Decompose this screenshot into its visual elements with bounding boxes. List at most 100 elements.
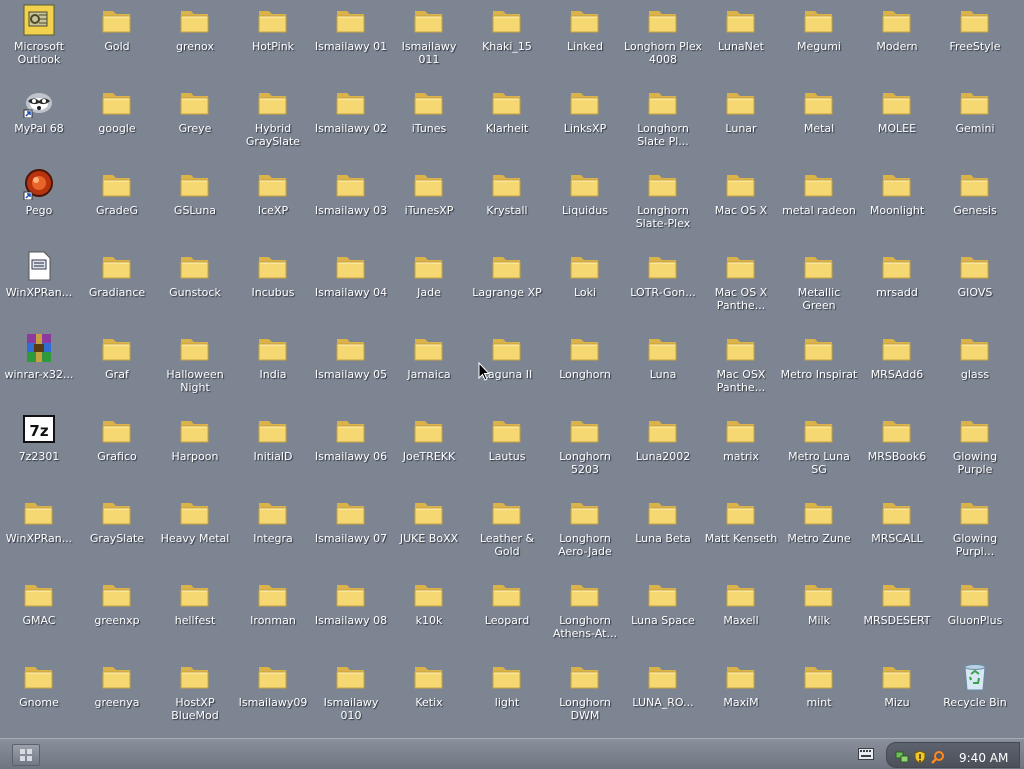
desktop-icon[interactable]: MyPal 68 bbox=[0, 82, 78, 164]
desktop-icon[interactable]: Genesis bbox=[936, 164, 1014, 246]
desktop-icon[interactable]: Integra bbox=[234, 492, 312, 574]
desktop-icon[interactable]: Luna Space bbox=[624, 574, 702, 656]
desktop-icon[interactable]: Metro Zune bbox=[780, 492, 858, 574]
desktop-icon[interactable]: google bbox=[78, 82, 156, 164]
desktop-icon[interactable]: Linked bbox=[546, 0, 624, 82]
desktop-icon[interactable]: Luna bbox=[624, 328, 702, 410]
desktop-icon[interactable]: Halloween Night bbox=[156, 328, 234, 410]
desktop-icon[interactable]: Ismailawy 010 bbox=[312, 656, 390, 738]
desktop-icon[interactable]: matrix bbox=[702, 410, 780, 492]
desktop-icon[interactable]: InitialD bbox=[234, 410, 312, 492]
desktop-icon[interactable]: Ismailawy09 bbox=[234, 656, 312, 738]
desktop-icon[interactable]: MRSDESERT bbox=[858, 574, 936, 656]
desktop-icon[interactable]: Longhorn Athens-At... bbox=[546, 574, 624, 656]
desktop-icon[interactable]: LunaNet bbox=[702, 0, 780, 82]
desktop-icon[interactable]: Lautus bbox=[468, 410, 546, 492]
desktop-icon[interactable]: GMAC bbox=[0, 574, 78, 656]
start-button[interactable] bbox=[12, 744, 40, 766]
desktop-icon[interactable]: 7z 7z2301 bbox=[0, 410, 78, 492]
desktop-icon[interactable]: Graf bbox=[78, 328, 156, 410]
desktop-icon[interactable]: GraySlate bbox=[78, 492, 156, 574]
desktop-icon[interactable]: Gemini bbox=[936, 82, 1014, 164]
desktop-icon[interactable]: greenxp bbox=[78, 574, 156, 656]
desktop-icon[interactable]: Gold bbox=[78, 0, 156, 82]
desktop-icon[interactable]: LinksXP bbox=[546, 82, 624, 164]
desktop-icon[interactable]: Longhorn Plex 4008 bbox=[624, 0, 702, 82]
desktop-icon[interactable]: Ismailawy 01 bbox=[312, 0, 390, 82]
desktop-icon[interactable]: MRSCALL bbox=[858, 492, 936, 574]
desktop-icon[interactable]: Hybrid GraySlate bbox=[234, 82, 312, 164]
desktop-icon[interactable]: IceXP bbox=[234, 164, 312, 246]
desktop-icon[interactable]: Ismailawy 04 bbox=[312, 246, 390, 328]
desktop-icon[interactable]: Loki bbox=[546, 246, 624, 328]
desktop-icon[interactable]: grenox bbox=[156, 0, 234, 82]
desktop-icon[interactable]: Glowing Purple bbox=[936, 410, 1014, 492]
desktop-icon[interactable]: Ketix bbox=[390, 656, 468, 738]
desktop-icon[interactable]: Lagrange XP bbox=[468, 246, 546, 328]
desktop-icon[interactable]: Ironman bbox=[234, 574, 312, 656]
desktop-icon[interactable]: Longhorn bbox=[546, 328, 624, 410]
desktop-icon[interactable]: Liquidus bbox=[546, 164, 624, 246]
desktop-icon[interactable]: Longhorn DWM bbox=[546, 656, 624, 738]
desktop-icon[interactable]: Jamaica bbox=[390, 328, 468, 410]
desktop-icon[interactable]: Longhorn 5203 bbox=[546, 410, 624, 492]
network-icon[interactable] bbox=[895, 750, 909, 764]
desktop-icon[interactable]: Heavy Metal bbox=[156, 492, 234, 574]
desktop-icon[interactable]: Maxell bbox=[702, 574, 780, 656]
desktop-icon[interactable]: WinXPRan... bbox=[0, 492, 78, 574]
keyboard-icon[interactable] bbox=[858, 748, 874, 760]
desktop-icon[interactable]: metal radeon bbox=[780, 164, 858, 246]
desktop-icon[interactable]: Harpoon bbox=[156, 410, 234, 492]
desktop-icon[interactable]: Metro Luna SG bbox=[780, 410, 858, 492]
desktop-icon[interactable]: Ismailawy 07 bbox=[312, 492, 390, 574]
desktop-icon[interactable]: Gnome bbox=[0, 656, 78, 738]
desktop-icon[interactable]: Luna2002 bbox=[624, 410, 702, 492]
desktop-icon[interactable]: Ismailawy 02 bbox=[312, 82, 390, 164]
desktop-icon[interactable]: greenya bbox=[78, 656, 156, 738]
desktop-icon[interactable]: Mac OS X bbox=[702, 164, 780, 246]
desktop-icon[interactable]: Moonlight bbox=[858, 164, 936, 246]
desktop-icon[interactable]: Pego bbox=[0, 164, 78, 246]
desktop-icon[interactable]: GluonPlus bbox=[936, 574, 1014, 656]
desktop-icon[interactable]: Jade bbox=[390, 246, 468, 328]
desktop-icon[interactable]: mrsadd bbox=[858, 246, 936, 328]
desktop-icon[interactable]: Longhorn Slate Pl... bbox=[624, 82, 702, 164]
desktop-icon[interactable]: MRSAdd6 bbox=[858, 328, 936, 410]
desktop-icon[interactable]: Luna Beta bbox=[624, 492, 702, 574]
desktop-icon[interactable]: GradeG bbox=[78, 164, 156, 246]
desktop-icon[interactable]: Ismailawy 03 bbox=[312, 164, 390, 246]
desktop-icon[interactable]: Mac OS X Panthe... bbox=[702, 246, 780, 328]
desktop-icon[interactable]: hellfest bbox=[156, 574, 234, 656]
desktop-icon[interactable]: HostXP BlueMod bbox=[156, 656, 234, 738]
desktop-icon[interactable]: Leather & Gold bbox=[468, 492, 546, 574]
desktop-icon[interactable]: Krystall bbox=[468, 164, 546, 246]
desktop-icon[interactable]: Grafico bbox=[78, 410, 156, 492]
desktop-icon[interactable]: Longhorn Aero-Jade bbox=[546, 492, 624, 574]
desktop-icon[interactable]: Ismailawy 011 bbox=[390, 0, 468, 82]
desktop-icon[interactable]: Lunar bbox=[702, 82, 780, 164]
desktop-icon[interactable]: JUKE BoXX bbox=[390, 492, 468, 574]
desktop-icon[interactable]: mint bbox=[780, 656, 858, 738]
desktop-icon[interactable]: Klarheit bbox=[468, 82, 546, 164]
desktop-icon[interactable]: Longhorn Slate-Plex bbox=[624, 164, 702, 246]
desktop-icon[interactable]: Matt Kenseth bbox=[702, 492, 780, 574]
desktop-icon[interactable]: light bbox=[468, 656, 546, 738]
desktop-icon[interactable]: winrar-x32... bbox=[0, 328, 78, 410]
desktop-icon[interactable]: FreeStyle bbox=[936, 0, 1014, 82]
desktop-icon[interactable]: Megumi bbox=[780, 0, 858, 82]
desktop-icon[interactable]: Microsoft Outlook bbox=[0, 0, 78, 82]
desktop-icon[interactable]: Greye bbox=[156, 82, 234, 164]
shield-icon[interactable] bbox=[913, 750, 927, 764]
desktop-icon[interactable]: MaxiM bbox=[702, 656, 780, 738]
desktop-icon[interactable]: GIOVS bbox=[936, 246, 1014, 328]
desktop-icon[interactable]: Incubus bbox=[234, 246, 312, 328]
desktop-icon[interactable]: Ismailawy 08 bbox=[312, 574, 390, 656]
desktop-icon[interactable]: HotPink bbox=[234, 0, 312, 82]
desktop-icon[interactable]: Gunstock bbox=[156, 246, 234, 328]
desktop-icon[interactable]: Ismailawy 06 bbox=[312, 410, 390, 492]
desktop-icon[interactable]: JoeTREKK bbox=[390, 410, 468, 492]
desktop-icon[interactable]: WinXPRan... bbox=[0, 246, 78, 328]
desktop-icon[interactable]: Recycle Bin bbox=[936, 656, 1014, 738]
desktop-icon[interactable]: Metro Inspirat bbox=[780, 328, 858, 410]
desktop-icon[interactable]: Mac OSX Panthe... bbox=[702, 328, 780, 410]
